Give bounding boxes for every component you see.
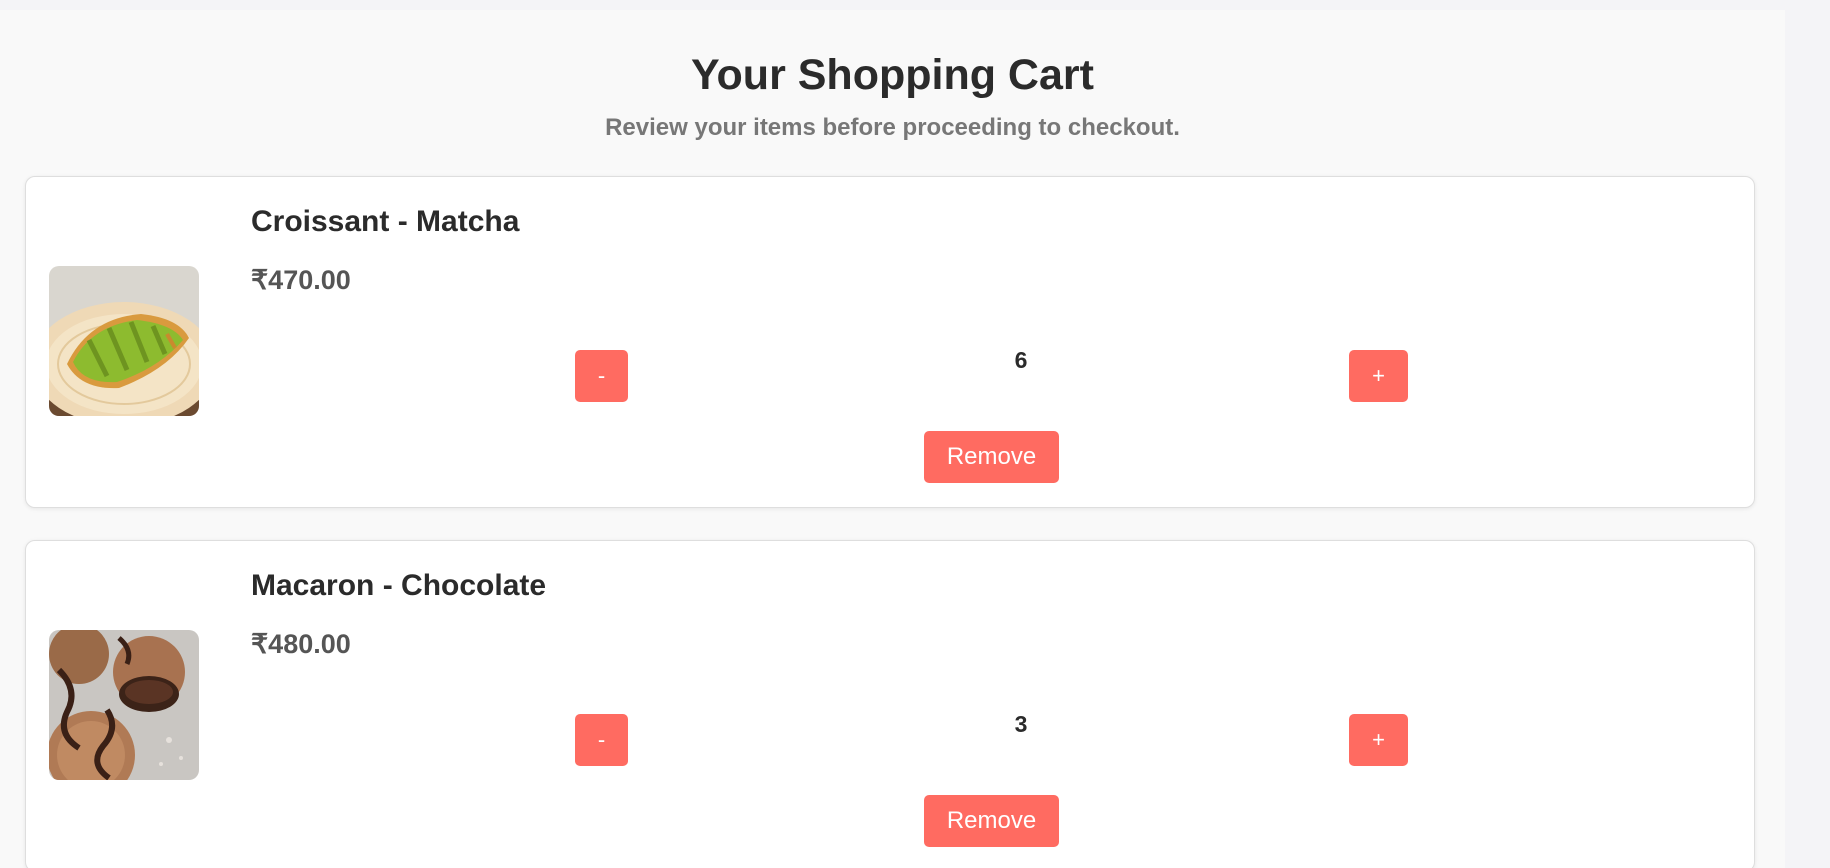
cart-header: Your Shopping Cart Review your items bef… xyxy=(0,10,1785,142)
cart-item-list: Croissant - Matcha ₹470.00 - 6 + Remove xyxy=(25,176,1755,868)
product-name: Macaron - Chocolate xyxy=(251,569,547,602)
product-image-croissant-matcha xyxy=(49,266,199,416)
product-price: ₹470.00 xyxy=(251,265,351,295)
product-image-macaron-chocolate xyxy=(49,630,199,780)
product-name: Croissant - Matcha xyxy=(251,205,520,238)
remove-item-button[interactable]: Remove xyxy=(924,431,1059,483)
decrease-quantity-button[interactable]: - xyxy=(575,714,628,766)
increase-quantity-button[interactable]: + xyxy=(1349,714,1408,766)
page-title: Your Shopping Cart xyxy=(691,51,1094,99)
cart-item: Macaron - Chocolate ₹480.00 - 3 + Remove xyxy=(25,540,1755,868)
remove-item-button[interactable]: Remove xyxy=(924,795,1059,847)
increase-quantity-button[interactable]: + xyxy=(1349,350,1408,402)
cart-page: Your Shopping Cart Review your items bef… xyxy=(0,10,1785,868)
page-subtitle: Review your items before proceeding to c… xyxy=(605,113,1180,141)
quantity-value: 3 xyxy=(1014,711,1028,737)
product-price: ₹480.00 xyxy=(251,629,351,659)
decrease-quantity-button[interactable]: - xyxy=(575,350,628,402)
quantity-value: 6 xyxy=(1014,347,1028,373)
cart-item: Croissant - Matcha ₹470.00 - 6 + Remove xyxy=(25,176,1755,508)
